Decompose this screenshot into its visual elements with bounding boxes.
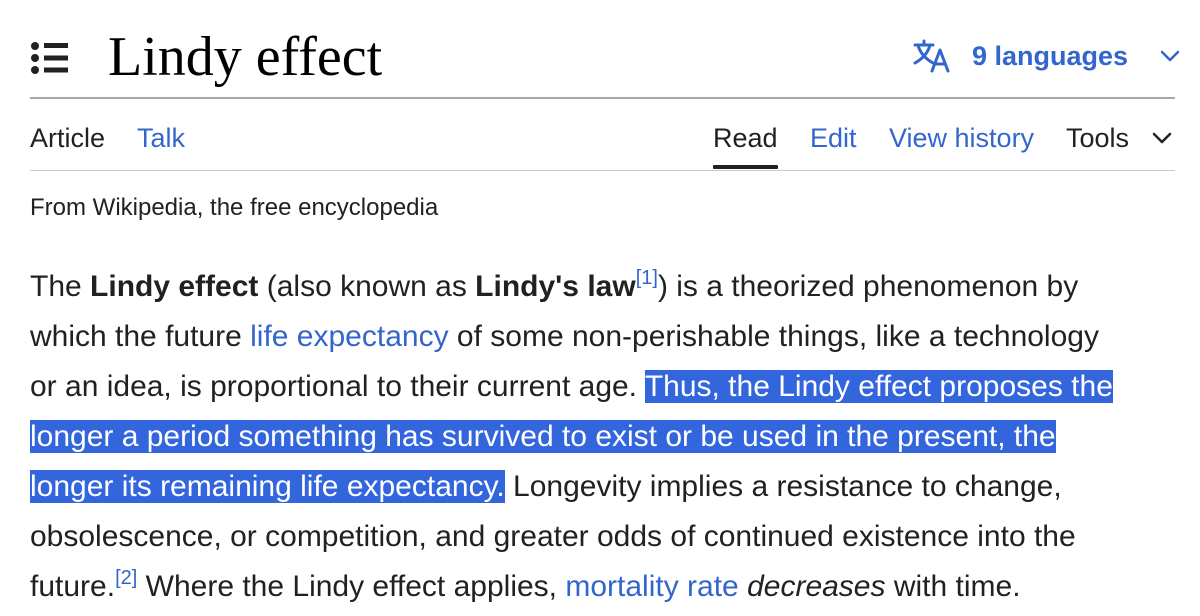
reference-link[interactable]: [1]	[636, 267, 658, 289]
reference-2[interactable]: [2]	[115, 567, 137, 589]
active-tab-indicator	[713, 165, 778, 169]
page-tabs: Article Talk Read Edit View history Tool…	[0, 100, 1200, 172]
tab-talk[interactable]: Talk	[137, 120, 185, 156]
languages-label: 9 languages	[972, 40, 1129, 71]
body-text: future.	[30, 570, 116, 603]
body-text: of some non-perishable things, like a te…	[448, 320, 1099, 353]
selected-text: longer its remaining life expectancy.	[30, 470, 505, 503]
body-text: obsolescence, or competition, and greate…	[30, 520, 1076, 553]
tabs-divider	[30, 170, 1175, 171]
bold-term: Lindy's law	[475, 270, 636, 303]
title-divider	[30, 97, 1175, 99]
paragraph-line: longer a period something has survived t…	[30, 412, 1190, 462]
body-text: which the future	[30, 320, 251, 353]
body-text: or an idea, is proportional to their cur…	[30, 370, 645, 403]
tools-menu-button[interactable]: Tools	[1066, 120, 1129, 156]
body-text: Where the Lindy effect applies,	[137, 570, 566, 603]
toc-list-icon[interactable]	[30, 40, 70, 76]
body-text: The	[30, 270, 91, 303]
chevron-down-icon	[1160, 50, 1180, 62]
bold-term: Lindy effect	[90, 270, 259, 303]
link-mortality-rate[interactable]: mortality rate	[565, 570, 738, 603]
selected-text: longer a period something has survived t…	[30, 420, 1056, 453]
body-text: (also known as	[258, 270, 476, 303]
chevron-down-icon[interactable]	[1152, 131, 1172, 145]
tab-read[interactable]: Read	[713, 120, 778, 156]
paragraph-line: which the future life expectancy of some…	[30, 312, 1190, 362]
article-lead-paragraph: The Lindy effect (also known as Lindy's …	[30, 262, 1190, 612]
body-text: with time.	[885, 570, 1021, 603]
page-title: Lindy effect	[108, 26, 383, 88]
paragraph-line: or an idea, is proportional to their cur…	[30, 362, 1190, 412]
tab-edit[interactable]: Edit	[810, 120, 857, 156]
tab-view-history[interactable]: View history	[889, 120, 1034, 156]
paragraph-line: obsolescence, or competition, and greate…	[30, 512, 1190, 562]
paragraph-line: future.[2] Where the Lindy effect applie…	[30, 562, 1190, 612]
body-text: Longevity implies a resistance to change…	[504, 470, 1062, 503]
tab-article[interactable]: Article	[30, 120, 105, 156]
body-text: ) is a theorized phenomenon by	[657, 270, 1079, 303]
page-header: Lindy effect 9 languages	[0, 0, 1200, 100]
body-text	[739, 570, 747, 603]
reference-1[interactable]: [1]	[636, 267, 658, 289]
link-life-expectancy[interactable]: life expectancy	[250, 320, 448, 353]
languages-button[interactable]: 9 languages	[912, 36, 1180, 76]
selected-text: Thus, the Lindy effect proposes the	[644, 370, 1113, 403]
paragraph-line: longer its remaining life expectancy. Lo…	[30, 462, 1190, 512]
emphasis-text: decreases	[747, 570, 886, 603]
reference-link[interactable]: [2]	[115, 567, 137, 589]
translate-icon	[913, 39, 950, 73]
paragraph-line: The Lindy effect (also known as Lindy's …	[30, 262, 1190, 312]
site-tagline: From Wikipedia, the free encyclopedia	[30, 194, 439, 221]
